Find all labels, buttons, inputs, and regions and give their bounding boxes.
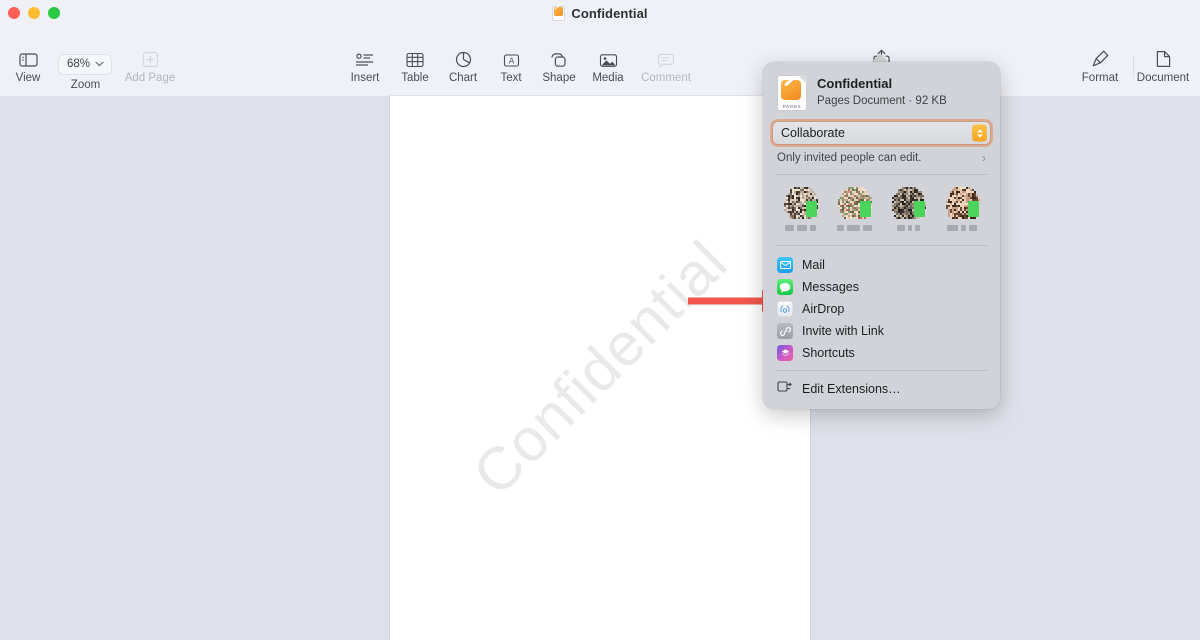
share-option-airdrop[interactable]: AirDrop: [763, 298, 1000, 320]
contact-name-redacted: [947, 225, 977, 231]
chevron-down-icon: [95, 61, 104, 67]
add-page-button: Add Page: [118, 46, 182, 85]
chevron-right-icon: ›: [982, 151, 986, 165]
page-title: Confidential: [571, 5, 648, 21]
avatar: [890, 187, 926, 219]
document-icon: [1156, 46, 1171, 68]
contact-suggestion[interactable]: [935, 187, 989, 231]
share-option-shortcuts[interactable]: Shortcuts: [763, 342, 1000, 364]
contact-suggestion[interactable]: [827, 187, 881, 231]
insert-label: Insert: [350, 72, 380, 84]
edit-extensions-label: Edit Extensions…: [802, 382, 901, 396]
document-label: Document: [1136, 72, 1190, 84]
share-option-messages[interactable]: Messages: [763, 276, 1000, 298]
zoom-dropdown[interactable]: 68%: [58, 54, 113, 75]
media-button[interactable]: Media: [576, 46, 640, 85]
stepper-icon[interactable]: [972, 124, 987, 142]
avatar: [836, 187, 872, 219]
text-label: Text: [500, 72, 522, 84]
collaborate-row: Collaborate: [763, 122, 1000, 148]
share-option-label: Shortcuts: [802, 346, 855, 360]
status-badge: [806, 201, 817, 217]
airdrop-icon: [777, 301, 793, 317]
link-icon: [777, 323, 793, 339]
text-icon: A: [502, 46, 521, 68]
popover-file-header: PAGES Confidential Pages Document · 92 K…: [763, 62, 1000, 122]
messages-icon: [777, 279, 793, 295]
add-page-label: Add Page: [124, 72, 176, 84]
add-page-icon: [142, 46, 159, 68]
comment-button: Comment: [634, 46, 698, 85]
insert-icon: [355, 46, 375, 68]
status-badge: [968, 201, 979, 217]
window-titlebar: Confidential: [0, 0, 1200, 26]
file-meta: Pages Document · 92 KB: [817, 94, 947, 107]
document-page[interactable]: Confidential: [390, 96, 810, 640]
status-badge: [860, 201, 871, 217]
file-name: Confidential: [817, 75, 893, 91]
status-badge: [914, 201, 925, 217]
sidebar-icon: [18, 46, 38, 68]
mail-icon: [777, 257, 793, 273]
shortcuts-icon: [777, 345, 793, 361]
pages-document-icon: [552, 4, 566, 21]
main-toolbar: View 68% Zoom Add Page Insert Table Char…: [0, 26, 1200, 130]
collaborate-label: Collaborate: [781, 126, 845, 140]
pages-window: Confidential View 68% Zoom Add Page Inse…: [0, 0, 1200, 640]
format-brush-icon: [1091, 46, 1110, 68]
contact-suggestion[interactable]: [881, 187, 935, 231]
avatar: [782, 187, 818, 219]
share-option-invite-with-link[interactable]: Invite with Link: [763, 320, 1000, 342]
svg-text:A: A: [508, 57, 514, 66]
table-icon: [406, 46, 424, 68]
contact-name-redacted: [836, 225, 872, 231]
share-option-label: Messages: [802, 280, 859, 294]
format-label: Format: [1081, 72, 1119, 84]
document-title-group[interactable]: Confidential: [0, 0, 1200, 26]
shape-icon: [550, 46, 568, 68]
format-button[interactable]: Format: [1068, 46, 1132, 85]
page-watermark: Confidential: [460, 228, 740, 508]
document-button[interactable]: Document: [1131, 46, 1195, 85]
table-label: Table: [401, 72, 429, 84]
share-option-mail[interactable]: Mail: [763, 254, 1000, 276]
permission-row[interactable]: Only invited people can edit. ›: [763, 148, 1000, 174]
comment-icon: [657, 46, 675, 68]
suggested-contacts-row: [763, 175, 1000, 245]
share-option-label: Mail: [802, 258, 825, 272]
zoom-value: 68%: [67, 58, 91, 70]
collaborate-popup-button[interactable]: Collaborate: [773, 122, 990, 144]
share-options-list: Mail Messages AirDrop Invite with Link S…: [763, 246, 1000, 370]
share-option-label: AirDrop: [802, 302, 845, 316]
contact-name-redacted: [896, 225, 920, 231]
chart-icon: [455, 46, 472, 68]
chart-label: Chart: [448, 72, 478, 84]
share-popover: PAGES Confidential Pages Document · 92 K…: [763, 62, 1000, 409]
view-label: View: [15, 72, 41, 84]
media-label: Media: [592, 72, 624, 84]
shape-label: Shape: [542, 72, 576, 84]
view-button[interactable]: View: [0, 46, 60, 85]
edit-extensions-button[interactable]: Edit Extensions…: [763, 371, 1000, 409]
comment-label: Comment: [641, 72, 691, 84]
media-icon: [599, 46, 618, 68]
contact-suggestion[interactable]: [773, 187, 827, 231]
extensions-icon: [777, 380, 793, 398]
contact-name-redacted: [784, 225, 816, 231]
avatar: [944, 187, 980, 219]
document-canvas[interactable]: Confidential: [0, 96, 1200, 640]
zoom-label: Zoom: [70, 79, 101, 91]
pages-document-icon: PAGES: [777, 75, 807, 111]
permission-text: Only invited people can edit.: [777, 152, 922, 164]
share-option-label: Invite with Link: [802, 324, 884, 338]
